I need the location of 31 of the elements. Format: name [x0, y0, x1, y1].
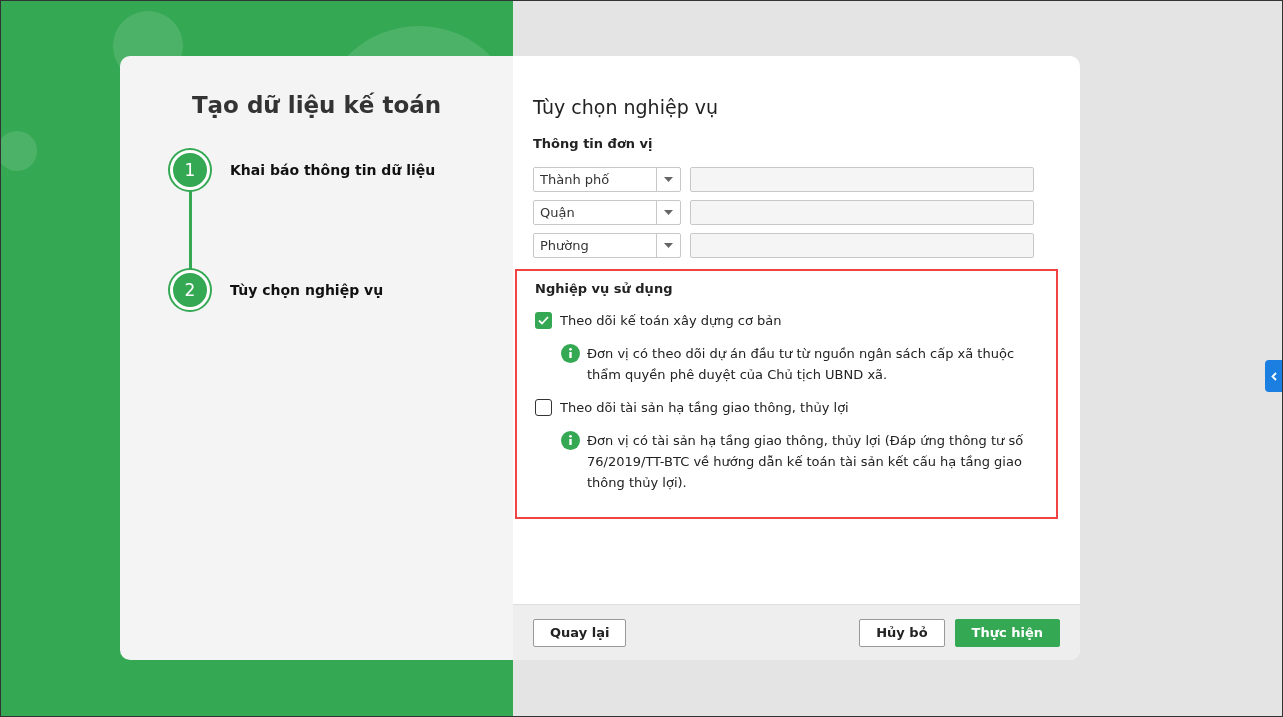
- dropdown[interactable]: Phường: [533, 233, 681, 258]
- checkbox[interactable]: [535, 399, 552, 416]
- caret-icon: [664, 177, 673, 182]
- checkbox-label: Theo dõi kế toán xây dựng cơ bản: [560, 313, 782, 328]
- checkbox[interactable]: [535, 312, 552, 329]
- caret-icon: [664, 243, 673, 248]
- note-text: Đơn vị có tài sản hạ tầng giao thông, thủy lợi (Đáp ứng thông tư số 76/2019/TT-BTC về hướng dẫn kế toán tài sản kết cấu hạ tầng giao thông thủy lợi).: [587, 432, 1025, 492]
- caret-icon: [664, 210, 673, 215]
- input-field[interactable]: [690, 200, 1034, 225]
- wizard-title: Tạo dữ liệu kế toán: [191, 92, 442, 118]
- note-text: Đơn vị có theo dõi dự án đầu tư từ nguồn ngân sách cấp xã thuộc thẩm quyền phê duyệt của Chủ tịch UBND xã.: [587, 345, 1016, 384]
- input-field[interactable]: [690, 233, 1034, 258]
- side-tab[interactable]: [1265, 360, 1282, 392]
- step-label: Khai báo thông tin dữ liệu: [230, 162, 436, 178]
- info-icon: [561, 431, 580, 450]
- step-label: Tùy chọn nghiệp vụ: [230, 282, 384, 298]
- step-number: 1: [170, 150, 210, 190]
- section-heading: Nghiệp vụ sử dụng: [535, 281, 674, 296]
- step-number: 2: [170, 270, 210, 310]
- check-icon: [538, 316, 549, 325]
- info-icon: [561, 344, 580, 363]
- background-circle: [1, 131, 37, 171]
- section-heading: Thông tin đơn vị: [533, 136, 654, 151]
- dropdown[interactable]: Quận: [533, 200, 681, 225]
- dropdown[interactable]: Thành phố: [533, 167, 681, 192]
- checkbox-label: Theo dõi tài sản hạ tầng giao thông, thủy lợi: [560, 400, 849, 415]
- input-field[interactable]: [690, 167, 1034, 192]
- cancel-button[interactable]: Hủy bỏ: [859, 618, 945, 647]
- panel-title: Tùy chọn nghiệp vụ: [533, 96, 720, 118]
- chevron-left-icon: [1270, 371, 1277, 381]
- back-button[interactable]: Quay lại: [533, 618, 627, 647]
